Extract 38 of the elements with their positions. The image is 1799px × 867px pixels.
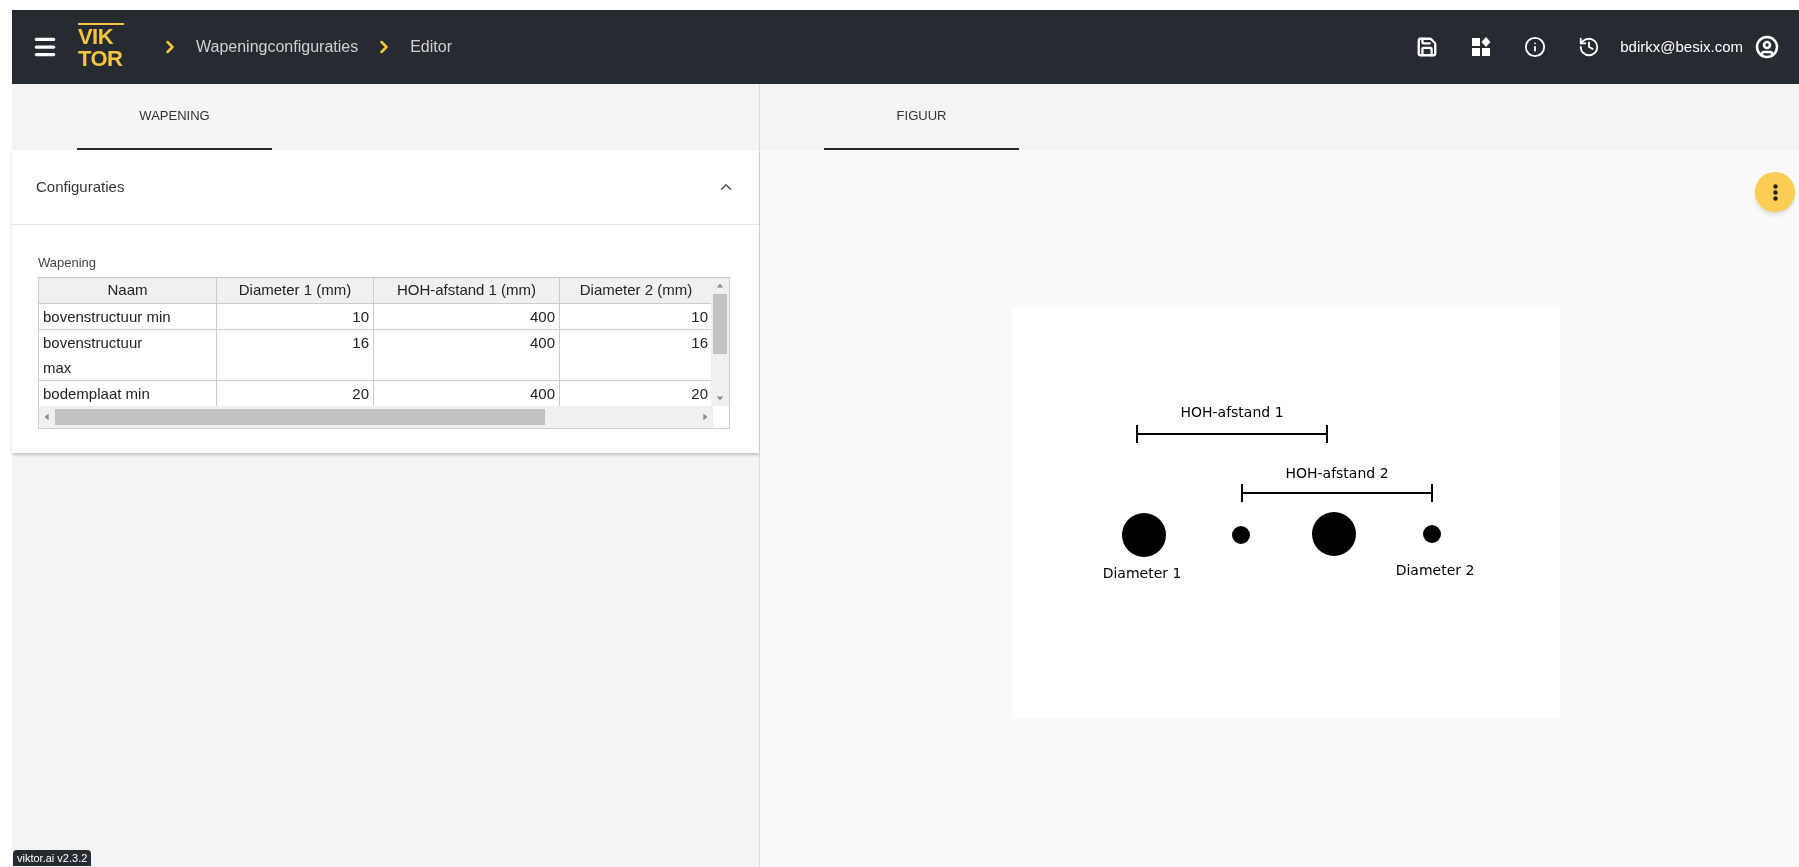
- horizontal-scrollbar[interactable]: [39, 405, 713, 428]
- breadcrumb-link[interactable]: Editor: [410, 35, 452, 59]
- scroll-left-icon[interactable]: [43, 412, 51, 421]
- grid-icon[interactable]: [1470, 36, 1493, 58]
- bar-label: Diameter 1: [1102, 565, 1181, 581]
- logo: VIK TOR: [78, 22, 124, 72]
- rebar-dot: [1121, 513, 1166, 557]
- scrollbar-thumb[interactable]: [55, 408, 545, 425]
- history-icon[interactable]: [1578, 36, 1601, 58]
- table-cell: 10: [217, 303, 374, 330]
- column-header[interactable]: Diameter 1 (mm): [217, 277, 374, 304]
- table-cell: bovenstructuur min: [39, 303, 217, 330]
- bar-label: Diameter 2: [1395, 562, 1474, 578]
- rebar-dot: [1311, 512, 1356, 556]
- rebar-dot: [1231, 526, 1250, 544]
- more-icon: [1772, 183, 1778, 201]
- scroll-right-icon[interactable]: [701, 412, 709, 421]
- save-icon[interactable]: [1416, 36, 1439, 58]
- table-cell: 16: [217, 329, 374, 381]
- column-header[interactable]: HOH-afstand 1 (mm): [374, 277, 560, 304]
- breadcrumb-link[interactable]: Wapeningconfiguraties: [196, 35, 359, 59]
- rebar-dot: [1422, 525, 1441, 543]
- version-badge: viktor.ai v2.3.2: [13, 850, 92, 866]
- table-label: Wapening: [38, 254, 98, 272]
- account-icon[interactable]: [1755, 35, 1779, 59]
- scroll-down-icon[interactable]: [716, 393, 724, 402]
- accordion-header[interactable]: Configuraties: [12, 150, 759, 225]
- scrollbar-thumb[interactable]: [713, 293, 727, 354]
- dimension-label: HOH-afstand 1: [1179, 404, 1284, 420]
- user-email: bdirkx@besix.com: [1620, 36, 1743, 57]
- scroll-up-icon[interactable]: [716, 281, 724, 290]
- info-icon[interactable]: [1524, 36, 1547, 58]
- dimension-label: HOH-afstand 2: [1284, 465, 1389, 481]
- more-button[interactable]: [1755, 172, 1795, 212]
- vertical-scrollbar[interactable]: [711, 277, 729, 406]
- table-cell: 400: [374, 303, 560, 330]
- column-header[interactable]: Naam: [39, 277, 217, 304]
- table-cell: 400: [374, 329, 560, 381]
